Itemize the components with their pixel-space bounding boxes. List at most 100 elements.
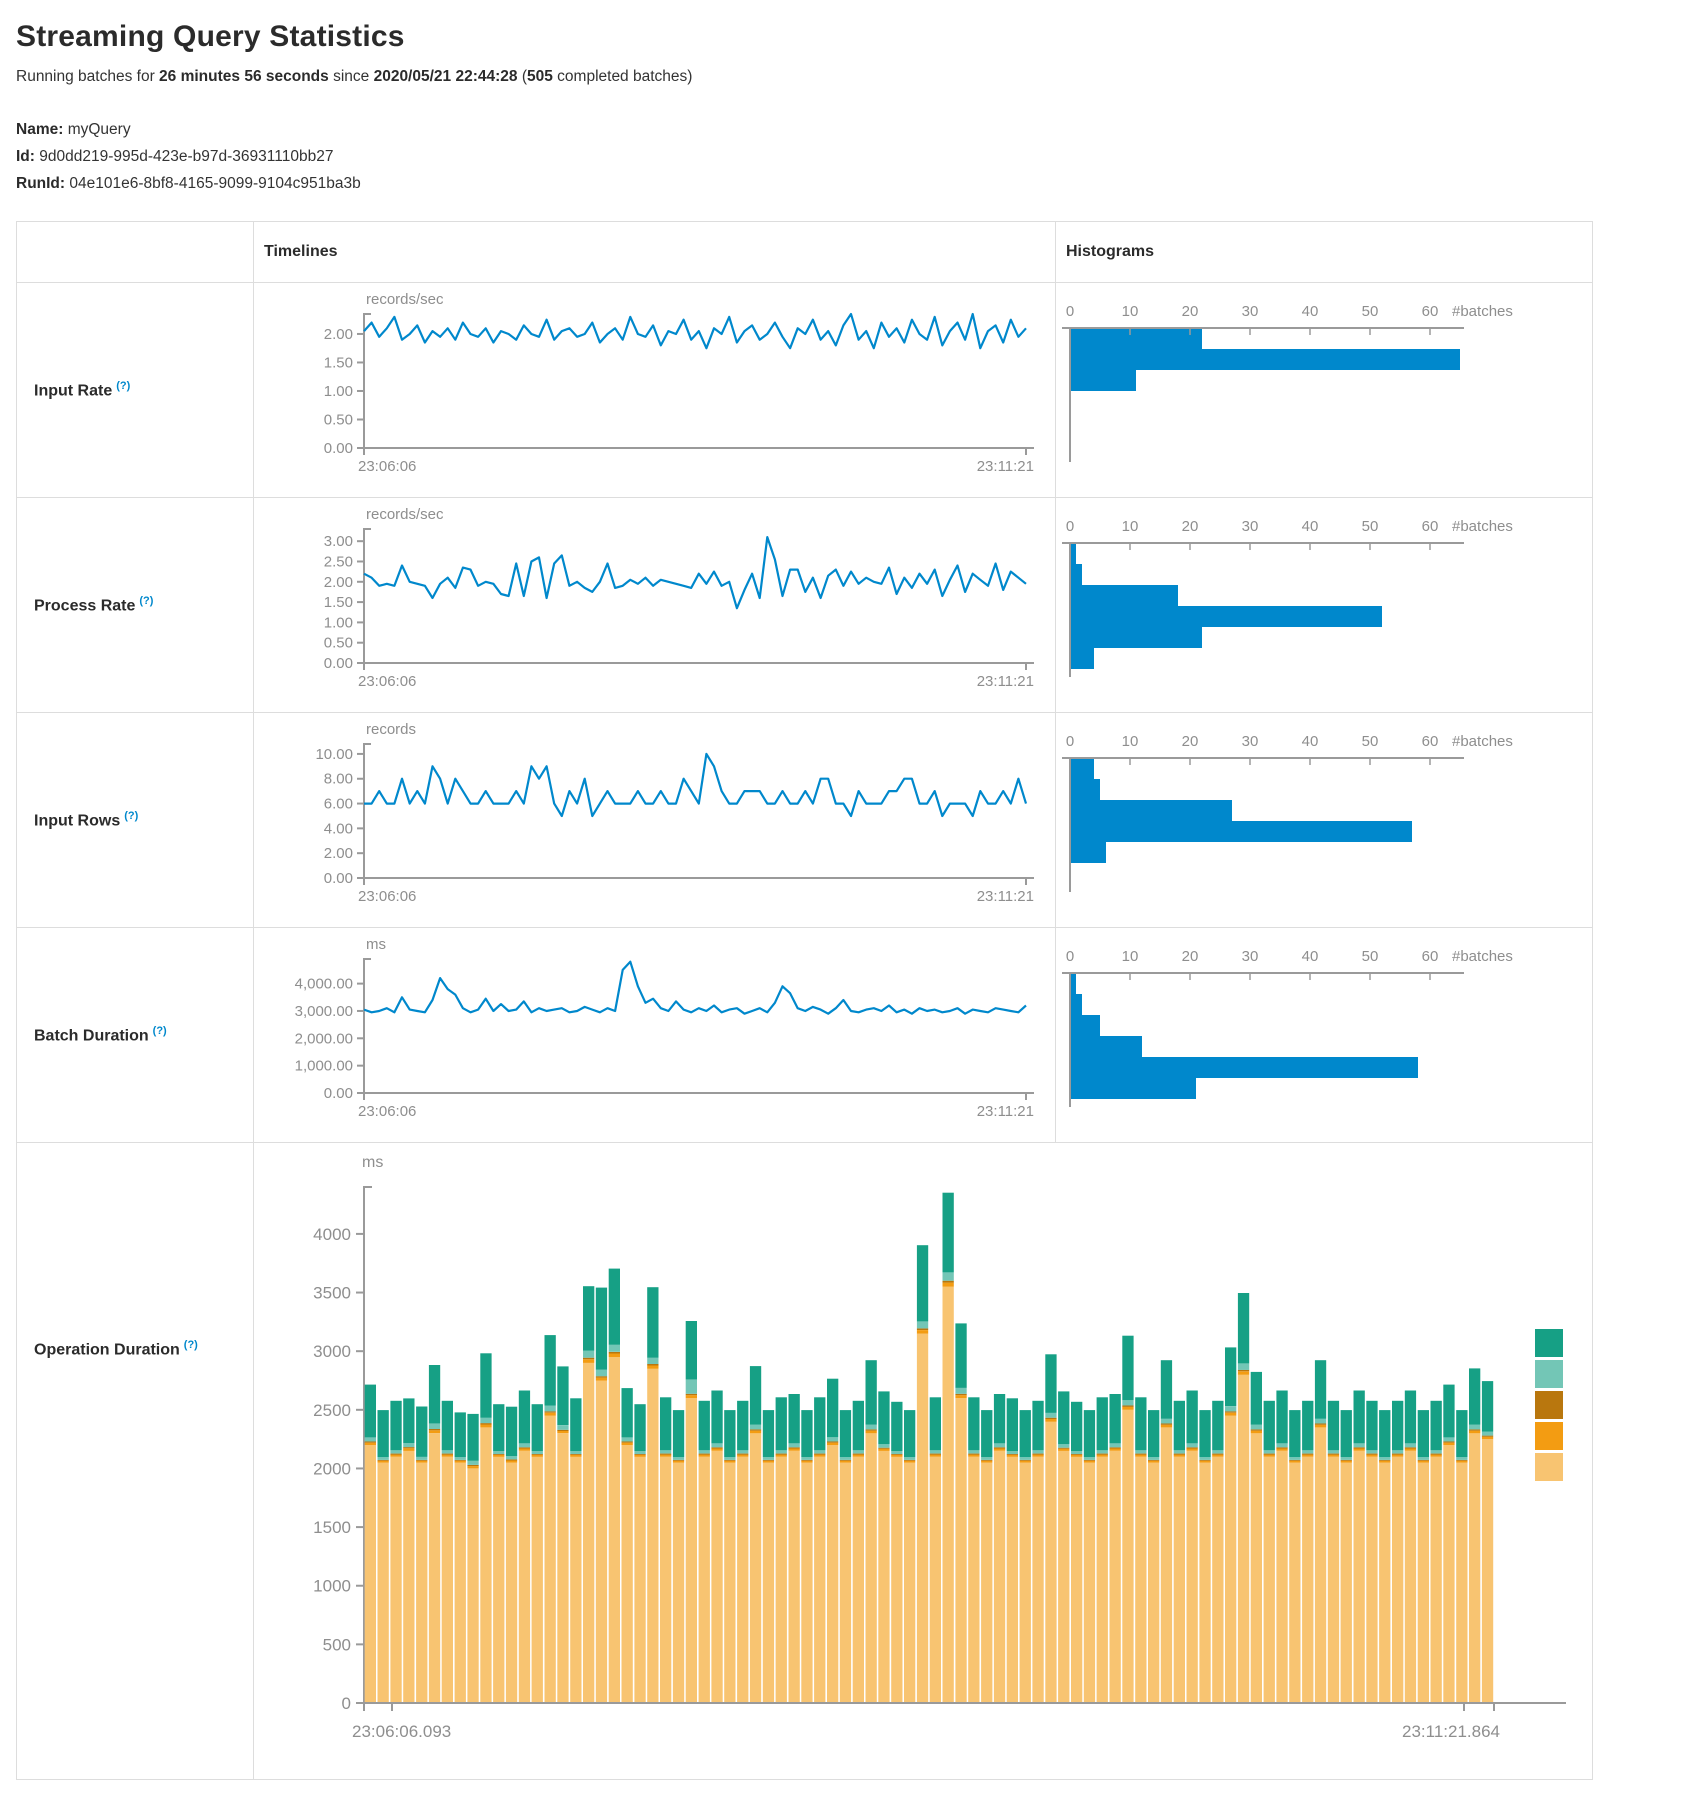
svg-text:20: 20 [1182, 518, 1199, 535]
query-id-value: 9d0dd219-995d-423e-b97d-36931110bb27 [39, 148, 333, 165]
svg-text:23:06:06: 23:06:06 [358, 1103, 416, 1120]
running-duration: 26 minutes 56 seconds [159, 68, 329, 85]
svg-text:2,000.00: 2,000.00 [295, 1031, 353, 1048]
svg-text:10.00: 10.00 [315, 746, 353, 763]
svg-text:10: 10 [1122, 518, 1139, 535]
svg-text:50: 50 [1362, 733, 1379, 750]
input-rate-timeline-chart: records/sec 0.00 0.50 1.00 1.50 2.00 23:06:06 2… [254, 290, 1054, 490]
svg-text:3500: 3500 [313, 1283, 351, 1302]
svg-text:23:06:06: 23:06:06 [358, 673, 416, 690]
legend-swatch-teal [1535, 1329, 1563, 1357]
svg-text:500: 500 [323, 1635, 351, 1654]
svg-text:1.50: 1.50 [324, 594, 353, 611]
svg-text:60: 60 [1422, 733, 1439, 750]
svg-text:2.00: 2.00 [324, 326, 353, 343]
page-title: Streaming Query Statistics [16, 20, 1677, 54]
svg-text:3,000.00: 3,000.00 [295, 1003, 353, 1020]
svg-text:0.00: 0.00 [324, 870, 353, 887]
svg-text:0: 0 [1066, 733, 1074, 750]
input-rate-histogram-cell: 0102030405060#batches [1056, 283, 1593, 498]
svg-text:#batches: #batches [1452, 948, 1513, 965]
svg-text:#batches: #batches [1452, 303, 1513, 320]
svg-text:23:11:21: 23:11:21 [977, 888, 1034, 905]
row-label-batch-duration: Batch Duration(?) [17, 928, 254, 1143]
svg-text:40: 40 [1302, 948, 1319, 965]
svg-text:ms: ms [366, 936, 386, 953]
histograms-header: Histograms [1056, 222, 1593, 283]
svg-text:1.00: 1.00 [324, 383, 353, 400]
svg-text:40: 40 [1302, 733, 1319, 750]
row-label-operation-duration: Operation Duration(?) [17, 1143, 254, 1780]
start-timestamp: 2020/05/21 22:44:28 [374, 68, 518, 85]
svg-text:4,000.00: 4,000.00 [295, 976, 353, 993]
svg-text:2000: 2000 [313, 1459, 351, 1478]
row-label-process-rate: Process Rate(?) [17, 498, 254, 713]
svg-text:60: 60 [1422, 303, 1439, 320]
svg-text:1.00: 1.00 [324, 615, 353, 632]
svg-text:30: 30 [1242, 518, 1259, 535]
svg-text:40: 40 [1302, 518, 1319, 535]
legend-swatch-tan [1535, 1453, 1563, 1481]
svg-text:0: 0 [342, 1694, 351, 1713]
query-name-line: Name: myQuery [16, 116, 1677, 143]
input-rows-timeline-chart: records0.002.004.006.008.0010.0023:06:06… [254, 720, 1054, 920]
svg-text:10: 10 [1122, 948, 1139, 965]
process-rate-histogram-chart: 0102030405060#batches [1056, 505, 1591, 705]
batch-duration-histogram-cell: 0102030405060#batches [1056, 928, 1593, 1143]
svg-text:records/sec: records/sec [366, 506, 444, 523]
query-metadata: Name: myQuery Id: 9d0dd219-995d-423e-b97… [16, 116, 1677, 197]
svg-text:2.50: 2.50 [324, 554, 353, 571]
svg-text:23:11:21: 23:11:21 [977, 673, 1034, 690]
svg-text:23:06:06: 23:06:06 [358, 888, 416, 905]
svg-text:30: 30 [1242, 303, 1259, 320]
query-runid-value: 04e101e6-8bf8-4165-9099-9104c951ba3b [69, 175, 360, 192]
streaming-query-statistics-page: Streaming Query Statistics Running batch… [0, 0, 1693, 1788]
svg-text:40: 40 [1302, 303, 1319, 320]
operation-duration-stacked-chart: ms0500100015002000250030003500400023:06:… [254, 1151, 1591, 1776]
query-runid-line: RunId: 04e101e6-8bf8-4165-9099-9104c951b… [16, 170, 1677, 197]
svg-text:records/sec: records/sec [366, 291, 444, 308]
svg-text:1.50: 1.50 [324, 355, 353, 372]
svg-text:1,000.00: 1,000.00 [295, 1058, 353, 1075]
svg-text:4000: 4000 [313, 1225, 351, 1244]
operation-duration-chart-cell: ms0500100015002000250030003500400023:06:… [254, 1143, 1593, 1780]
svg-text:8.00: 8.00 [324, 771, 353, 788]
input-rate-help-icon[interactable]: (?) [116, 380, 130, 392]
svg-text:#batches: #batches [1452, 518, 1513, 535]
svg-text:1500: 1500 [313, 1518, 351, 1537]
input-rows-help-icon[interactable]: (?) [124, 810, 138, 822]
svg-text:30: 30 [1242, 733, 1259, 750]
query-name-value: myQuery [68, 121, 131, 138]
svg-text:23:11:21: 23:11:21 [977, 458, 1034, 475]
svg-text:0.00: 0.00 [324, 655, 353, 672]
svg-text:50: 50 [1362, 303, 1379, 320]
svg-text:23:06:06: 23:06:06 [358, 458, 416, 475]
svg-text:#batches: #batches [1452, 733, 1513, 750]
svg-text:0: 0 [1066, 303, 1074, 320]
running-batches-summary: Running batches for 26 minutes 56 second… [16, 68, 1677, 86]
operation-duration-row: Operation Duration(?) ms0500100015002000… [17, 1143, 1593, 1780]
table-header-row: Timelines Histograms [17, 222, 1593, 283]
operation-duration-help-icon[interactable]: (?) [184, 1339, 198, 1351]
batch-duration-row: Batch Duration(?) ms 0.00 1,000.00 2,000.00… [17, 928, 1593, 1143]
svg-text:0.00: 0.00 [324, 440, 353, 457]
row-label-input-rate: Input Rate(?) [17, 283, 254, 498]
batch-duration-timeline-cell: ms 0.00 1,000.00 2,000.00 3,000.00 4,000.00 23… [254, 928, 1056, 1143]
svg-text:0.00: 0.00 [324, 1085, 353, 1102]
input-rate-row: Input Rate(?) records/sec 0.00 0.50 1.00 1.5… [17, 283, 1593, 498]
svg-text:0.50: 0.50 [324, 412, 353, 429]
input-rows-histogram-chart: 0102030405060#batches [1056, 720, 1591, 920]
empty-header-cell [17, 222, 254, 283]
batch-duration-help-icon[interactable]: (?) [153, 1025, 167, 1037]
svg-text:23:11:21.864: 23:11:21.864 [1402, 1722, 1500, 1741]
process-rate-help-icon[interactable]: (?) [139, 595, 153, 607]
summary-text: Running batches for [16, 68, 159, 85]
input-rows-histogram-cell: 0102030405060#batches [1056, 713, 1593, 928]
svg-text:23:11:21: 23:11:21 [977, 1103, 1034, 1120]
input-rows-timeline-cell: records0.002.004.006.008.0010.0023:06:06… [254, 713, 1056, 928]
input-rate-histogram-chart: 0102030405060#batches [1056, 290, 1591, 490]
row-label-input-rows: Input Rows(?) [17, 713, 254, 928]
svg-text:50: 50 [1362, 948, 1379, 965]
svg-text:3000: 3000 [313, 1342, 351, 1361]
svg-text:1000: 1000 [313, 1577, 351, 1596]
